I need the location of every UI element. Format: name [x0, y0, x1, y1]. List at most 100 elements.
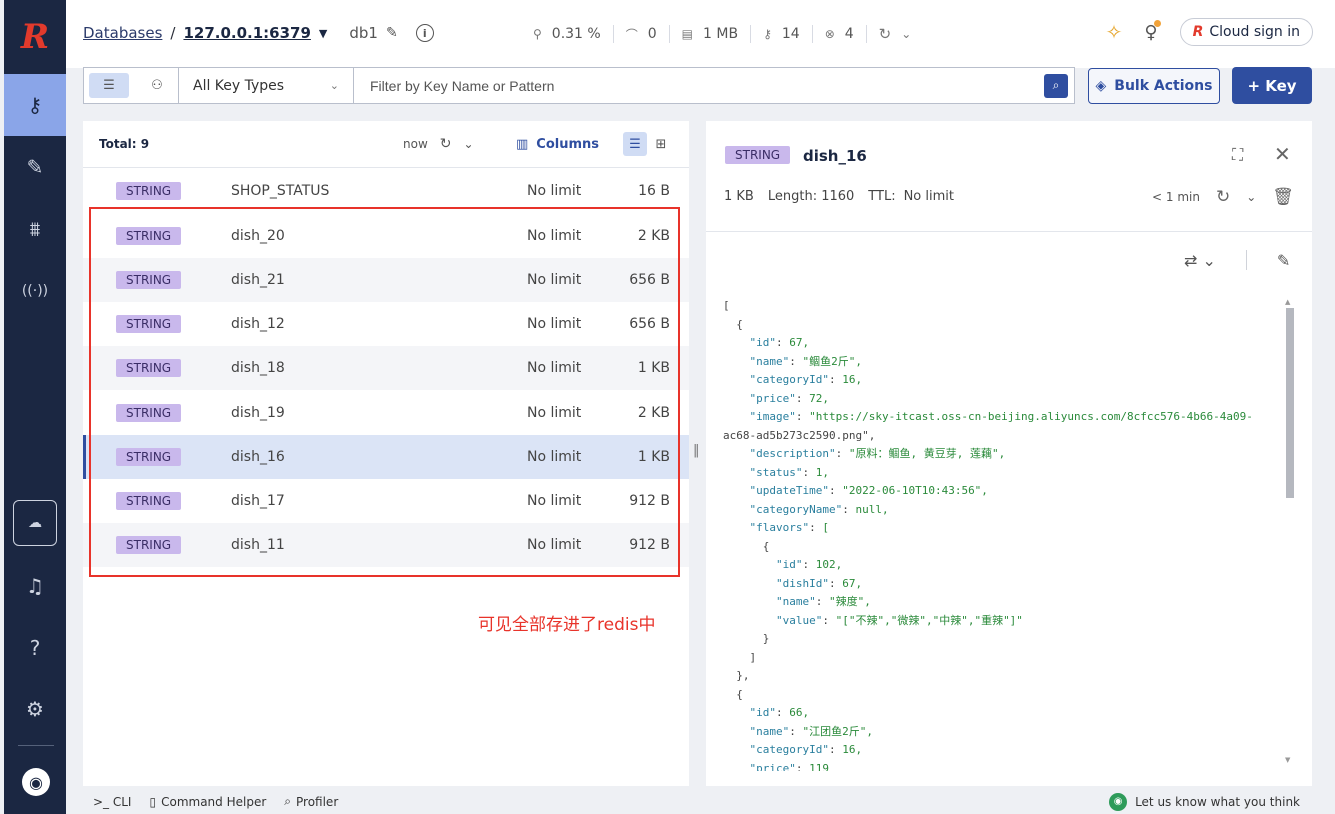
json-line: "updateTime": "2022-06-10T10:43:56", [749, 484, 988, 497]
key-name-title[interactable]: dish_16 [803, 147, 867, 165]
json-line: { [723, 317, 743, 331]
table-row[interactable]: STRING SHOP_STATUS No limit 16 B [83, 169, 689, 213]
json-line: "name": "鲴鱼2斤", [749, 354, 863, 368]
chevron-down-icon: ⌄ [329, 79, 339, 92]
chevron-down-icon[interactable]: ⌄ [464, 137, 474, 151]
profiler-button[interactable]: ⌕ Profiler [284, 794, 338, 809]
key-length: Length: 1160 [767, 189, 855, 204]
json-line: { [723, 687, 743, 701]
table-row[interactable]: STRING dish_21 No limit 656 B [83, 258, 689, 302]
analysis-chart-icon[interactable]: ⩩ [4, 198, 66, 260]
feedback-link[interactable]: ◉ Let us know what you think [1109, 792, 1300, 811]
help-icon[interactable]: ? [4, 617, 66, 679]
divider [1245, 250, 1247, 270]
tree-view-icon[interactable]: ⊞ [649, 132, 673, 156]
key-name: SHOP_STATUS [231, 183, 330, 199]
edit-db-pencil-icon[interactable]: ✎ [386, 25, 398, 41]
table-row[interactable]: STRING dish_20 No limit 2 KB [83, 214, 689, 258]
ttl-value[interactable]: No limit [904, 189, 954, 204]
json-value-viewer[interactable]: [ { "id": 67, "name": "鲴鱼2斤", "categoryI… [723, 297, 1283, 771]
table-row-selected[interactable]: STRING dish_16 No limit 1 KB [83, 435, 689, 479]
info-icon[interactable]: i [415, 24, 434, 42]
json-line: "value": "["不辣","微辣","中辣","重辣"]" [775, 613, 1023, 627]
search-mode-icon[interactable]: ⚇ [137, 73, 177, 98]
auto-refresh[interactable]: ↻ ⌄ [867, 25, 924, 43]
key-size: 1 KB [724, 189, 754, 204]
list-view-icon[interactable]: ☰ [623, 132, 647, 156]
close-icon[interactable]: ✕ [1274, 142, 1291, 166]
type-badge: STRING [116, 182, 182, 200]
insights-bulb-icon[interactable]: ♀ [1144, 19, 1161, 43]
browser-key-icon[interactable]: ⚷ [4, 74, 66, 136]
key-type-select[interactable]: All Key Types ⌄ [179, 68, 354, 103]
bulk-actions-button[interactable]: ◈ Bulk Actions [1088, 68, 1220, 104]
add-key-button[interactable]: + Key [1232, 67, 1312, 104]
key-ttl: No limit [527, 316, 582, 332]
cloud-sign-in-button[interactable]: R Cloud sign in [1179, 18, 1313, 46]
top-bar: Databases / 127.0.0.1:6379 ▼ db1 ✎ i ⚲ 0.… [66, 0, 1335, 68]
settings-gear-icon[interactable]: ⚙ [4, 678, 66, 740]
workbench-edit-icon[interactable]: ✎ [4, 136, 66, 198]
panel-resize-handle[interactable]: ‖ [693, 443, 700, 458]
fullscreen-icon[interactable]: ⛶ [1232, 145, 1243, 165]
filter-mode-icon[interactable]: ☰ [89, 73, 129, 98]
chevron-down-icon[interactable]: ⌄ [901, 27, 911, 41]
format-switch-icon[interactable]: ⇄ ⌄ [1184, 251, 1216, 270]
key-filter-input[interactable] [354, 68, 1044, 103]
stat-memory: ▤ 1 MB [670, 25, 752, 43]
search-icon[interactable]: ⌕ [1044, 73, 1068, 98]
key-name: dish_20 [231, 228, 285, 244]
ops-icon: ⌒ [625, 27, 638, 42]
json-scrollbar[interactable]: ▲ ▼ [1284, 298, 1294, 764]
json-line: [ [723, 299, 730, 312]
chevron-down-icon[interactable]: ⌄ [1246, 190, 1256, 204]
key-size: 2 KB [637, 228, 670, 244]
host-selector[interactable]: 127.0.0.1:6379 [183, 24, 310, 42]
profiler-icon: ⌕ [284, 794, 291, 808]
scroll-down-icon[interactable]: ▼ [1285, 756, 1290, 764]
edit-pencil-icon[interactable]: ✎ [1277, 251, 1290, 270]
key-meta: 1 KB Length: 1160 TTL: No limit [724, 189, 954, 204]
table-row[interactable]: STRING dish_18 No limit 1 KB [83, 346, 689, 390]
key-ttl: No limit [527, 537, 582, 553]
cloud-icon[interactable]: ☁ [13, 500, 57, 546]
json-line: ac68-ad5b273c2590.png", [723, 428, 876, 442]
databases-link[interactable]: Databases [83, 24, 162, 42]
divider [706, 231, 1312, 232]
json-line: "id": 102, [775, 558, 843, 571]
key-name: dish_17 [231, 493, 285, 509]
github-icon[interactable]: ◉ [22, 768, 50, 796]
json-line: "price": 72, [749, 391, 829, 405]
scroll-thumb[interactable] [1286, 308, 1294, 498]
redis-logo[interactable]: R [4, 0, 66, 74]
copilot-sparkle-icon[interactable]: ✧ [1106, 20, 1123, 44]
redis-small-icon: R [1192, 24, 1204, 40]
json-line: "categoryName": null, [749, 502, 889, 516]
refresh-icon[interactable]: ↻ [440, 136, 452, 152]
key-name: dish_12 [231, 316, 285, 332]
key-size: 1 KB [637, 360, 670, 376]
delete-trash-icon[interactable]: 🗑 [1272, 187, 1294, 207]
columns-button[interactable]: ▥ Columns [516, 137, 599, 152]
columns-icon: ▥ [516, 136, 529, 152]
key-ttl: No limit [527, 360, 582, 376]
refresh-icon[interactable]: ↻ [1216, 187, 1230, 207]
db-name: db1 [349, 24, 378, 42]
command-helper-button[interactable]: ▯ Command Helper [149, 795, 266, 809]
notification-bell-icon[interactable]: ♫ [4, 555, 66, 617]
caret-down-icon[interactable]: ▼ [319, 27, 327, 40]
pubsub-broadcast-icon[interactable]: ((·)) [4, 260, 66, 322]
refresh-icon[interactable]: ↻ [879, 25, 892, 43]
table-row[interactable]: STRING dish_11 No limit 912 B [83, 523, 689, 567]
scroll-up-icon[interactable]: ▲ [1285, 298, 1290, 306]
list-refresh[interactable]: now ↻ ⌄ [403, 136, 474, 152]
table-row[interactable]: STRING dish_12 No limit 656 B [83, 302, 689, 346]
key-ttl: No limit [527, 449, 582, 465]
table-row[interactable]: STRING dish_17 No limit 912 B [83, 479, 689, 523]
json-line: "price": 119 [749, 761, 829, 772]
key-ttl: No limit [527, 493, 582, 509]
cli-button[interactable]: >_ CLI [93, 795, 131, 809]
table-row[interactable]: STRING dish_19 No limit 2 KB [83, 391, 689, 435]
cpu-icon: ⚲ [533, 27, 542, 41]
top-right-actions: ✧ ♀ R Cloud sign in [1106, 18, 1313, 46]
